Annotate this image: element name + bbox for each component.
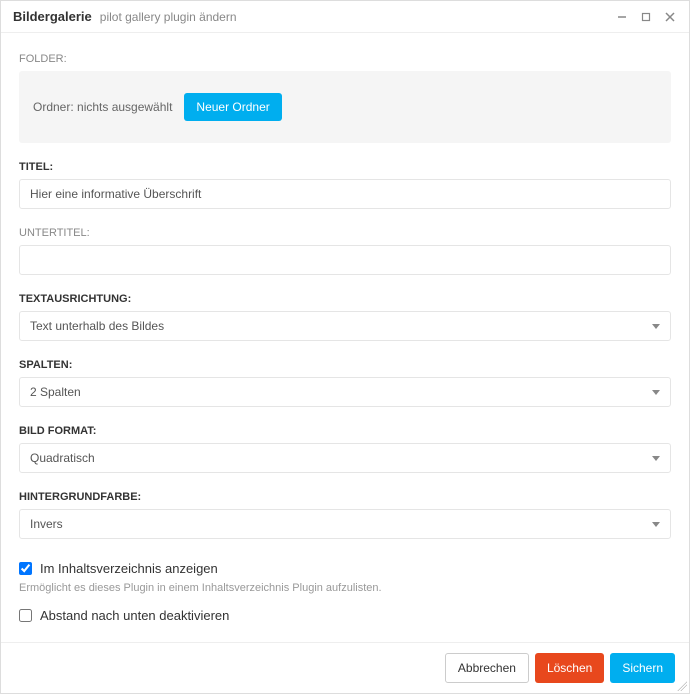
toc-checkbox-row: Im Inhaltsverzeichnis anzeigen	[19, 561, 671, 576]
content-area: FOLDER: Ordner: nichts ausgewählt Neuer …	[1, 33, 689, 642]
dialog: Bildergalerie pilot gallery plugin änder…	[0, 0, 690, 694]
dialog-title: Bildergalerie	[13, 9, 92, 24]
toc-help-text: Ermöglicht es dieses Plugin in einem Inh…	[19, 582, 671, 594]
cancel-button[interactable]: Abbrechen	[445, 653, 529, 683]
chevron-down-icon	[652, 324, 660, 329]
minimize-icon[interactable]	[615, 10, 629, 24]
spacing-checkbox-row: Abstand nach unten deaktivieren	[19, 608, 671, 623]
toc-checkbox-label[interactable]: Im Inhaltsverzeichnis anzeigen	[40, 561, 218, 576]
columns-label: SPALTEN:	[19, 359, 671, 371]
maximize-icon[interactable]	[639, 10, 653, 24]
toc-checkbox[interactable]	[19, 562, 32, 575]
title-input[interactable]	[19, 179, 671, 209]
text-align-value: Text unterhalb des Bildes	[30, 319, 164, 333]
text-align-label: TEXTAUSRICHTUNG:	[19, 293, 671, 305]
background-value: Invers	[30, 517, 63, 531]
delete-button[interactable]: Löschen	[535, 653, 604, 683]
footer: Abbrechen Löschen Sichern	[1, 642, 689, 693]
window-controls	[615, 10, 677, 24]
new-folder-button[interactable]: Neuer Ordner	[184, 93, 281, 121]
image-format-value: Quadratisch	[30, 451, 95, 465]
chevron-down-icon	[652, 522, 660, 527]
background-label: HINTERGRUNDFARBE:	[19, 491, 671, 503]
background-select[interactable]: Invers	[19, 509, 671, 539]
subtitle-label: UNTERTITEL:	[19, 227, 671, 239]
spacing-checkbox[interactable]	[19, 609, 32, 622]
folder-label: FOLDER:	[19, 53, 671, 65]
chevron-down-icon	[652, 456, 660, 461]
chevron-down-icon	[652, 390, 660, 395]
save-button[interactable]: Sichern	[610, 653, 675, 683]
close-icon[interactable]	[663, 10, 677, 24]
spacing-checkbox-label[interactable]: Abstand nach unten deaktivieren	[40, 608, 229, 623]
folder-status: Ordner: nichts ausgewählt	[33, 100, 172, 114]
image-format-select[interactable]: Quadratisch	[19, 443, 671, 473]
folder-box: Ordner: nichts ausgewählt Neuer Ordner	[19, 71, 671, 143]
dialog-subtitle: pilot gallery plugin ändern	[100, 10, 237, 24]
columns-value: 2 Spalten	[30, 385, 81, 399]
resize-handle-icon[interactable]	[677, 681, 687, 691]
title-bar: Bildergalerie pilot gallery plugin änder…	[1, 1, 689, 33]
title-label: TITEL:	[19, 161, 671, 173]
text-align-select[interactable]: Text unterhalb des Bildes	[19, 311, 671, 341]
columns-select[interactable]: 2 Spalten	[19, 377, 671, 407]
subtitle-input[interactable]	[19, 245, 671, 275]
image-format-label: BILD FORMAT:	[19, 425, 671, 437]
